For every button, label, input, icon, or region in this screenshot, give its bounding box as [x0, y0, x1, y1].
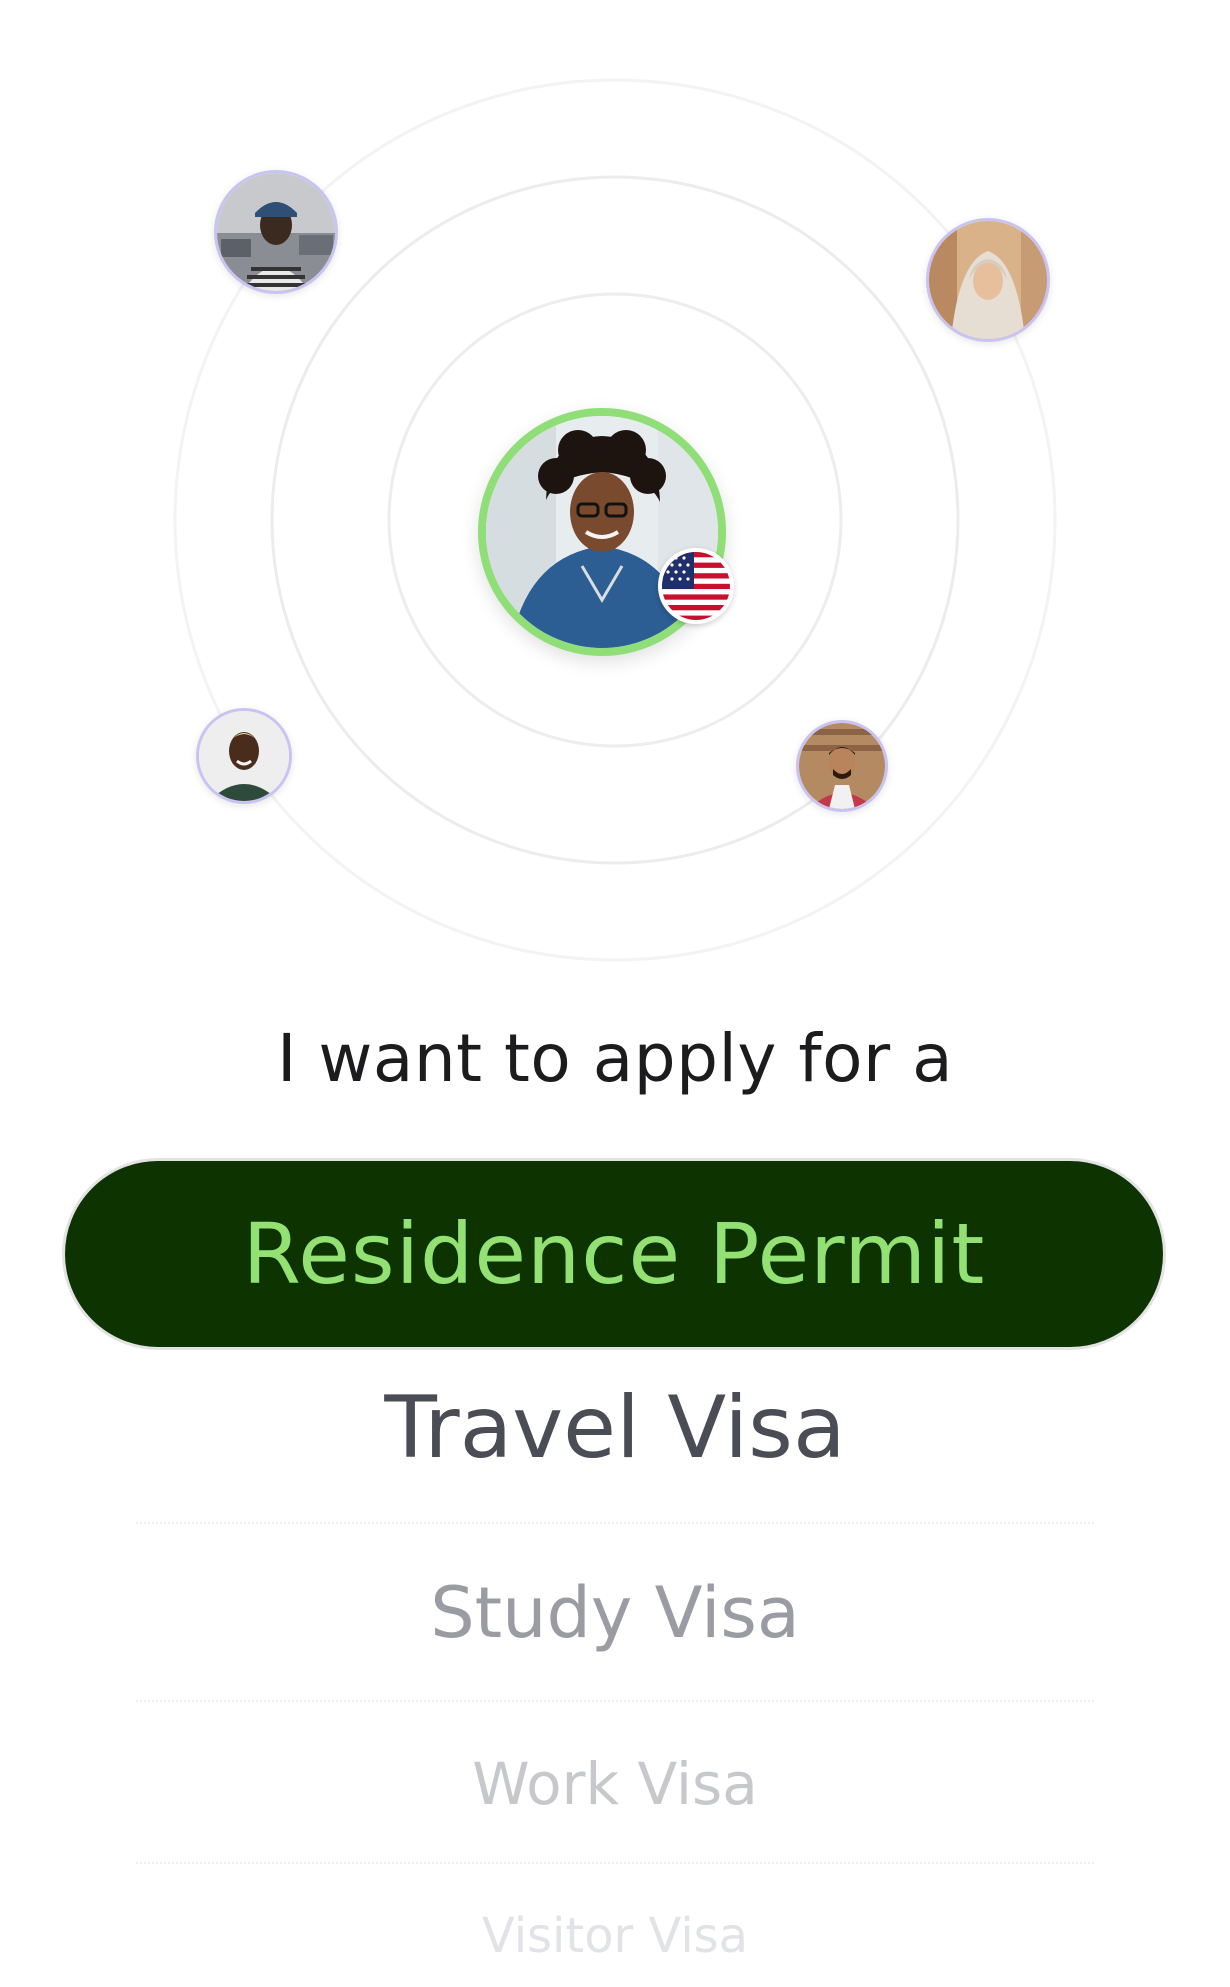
divider [136, 1700, 1094, 1702]
avatar-bottom-left [196, 708, 292, 804]
visa-option-travel[interactable]: Travel Visa [0, 1378, 1230, 1478]
us-flag-icon [658, 548, 734, 624]
divider [136, 1862, 1094, 1864]
selected-visa-option[interactable]: Residence Permit [62, 1158, 1166, 1350]
orbit-illustration [0, 0, 1230, 980]
divider [136, 1522, 1094, 1524]
avatar-top-left [214, 170, 338, 294]
visa-option-visitor[interactable]: Visitor Visa [0, 1908, 1230, 1964]
visa-option-study[interactable]: Study Visa [0, 1572, 1230, 1654]
avatar-top-right [926, 218, 1050, 342]
avatar-bottom-right [796, 720, 888, 812]
prompt-label: I want to apply for a [276, 1020, 954, 1097]
selected-visa-label: Residence Permit [242, 1205, 986, 1303]
visa-option-work[interactable]: Work Visa [0, 1750, 1230, 1818]
